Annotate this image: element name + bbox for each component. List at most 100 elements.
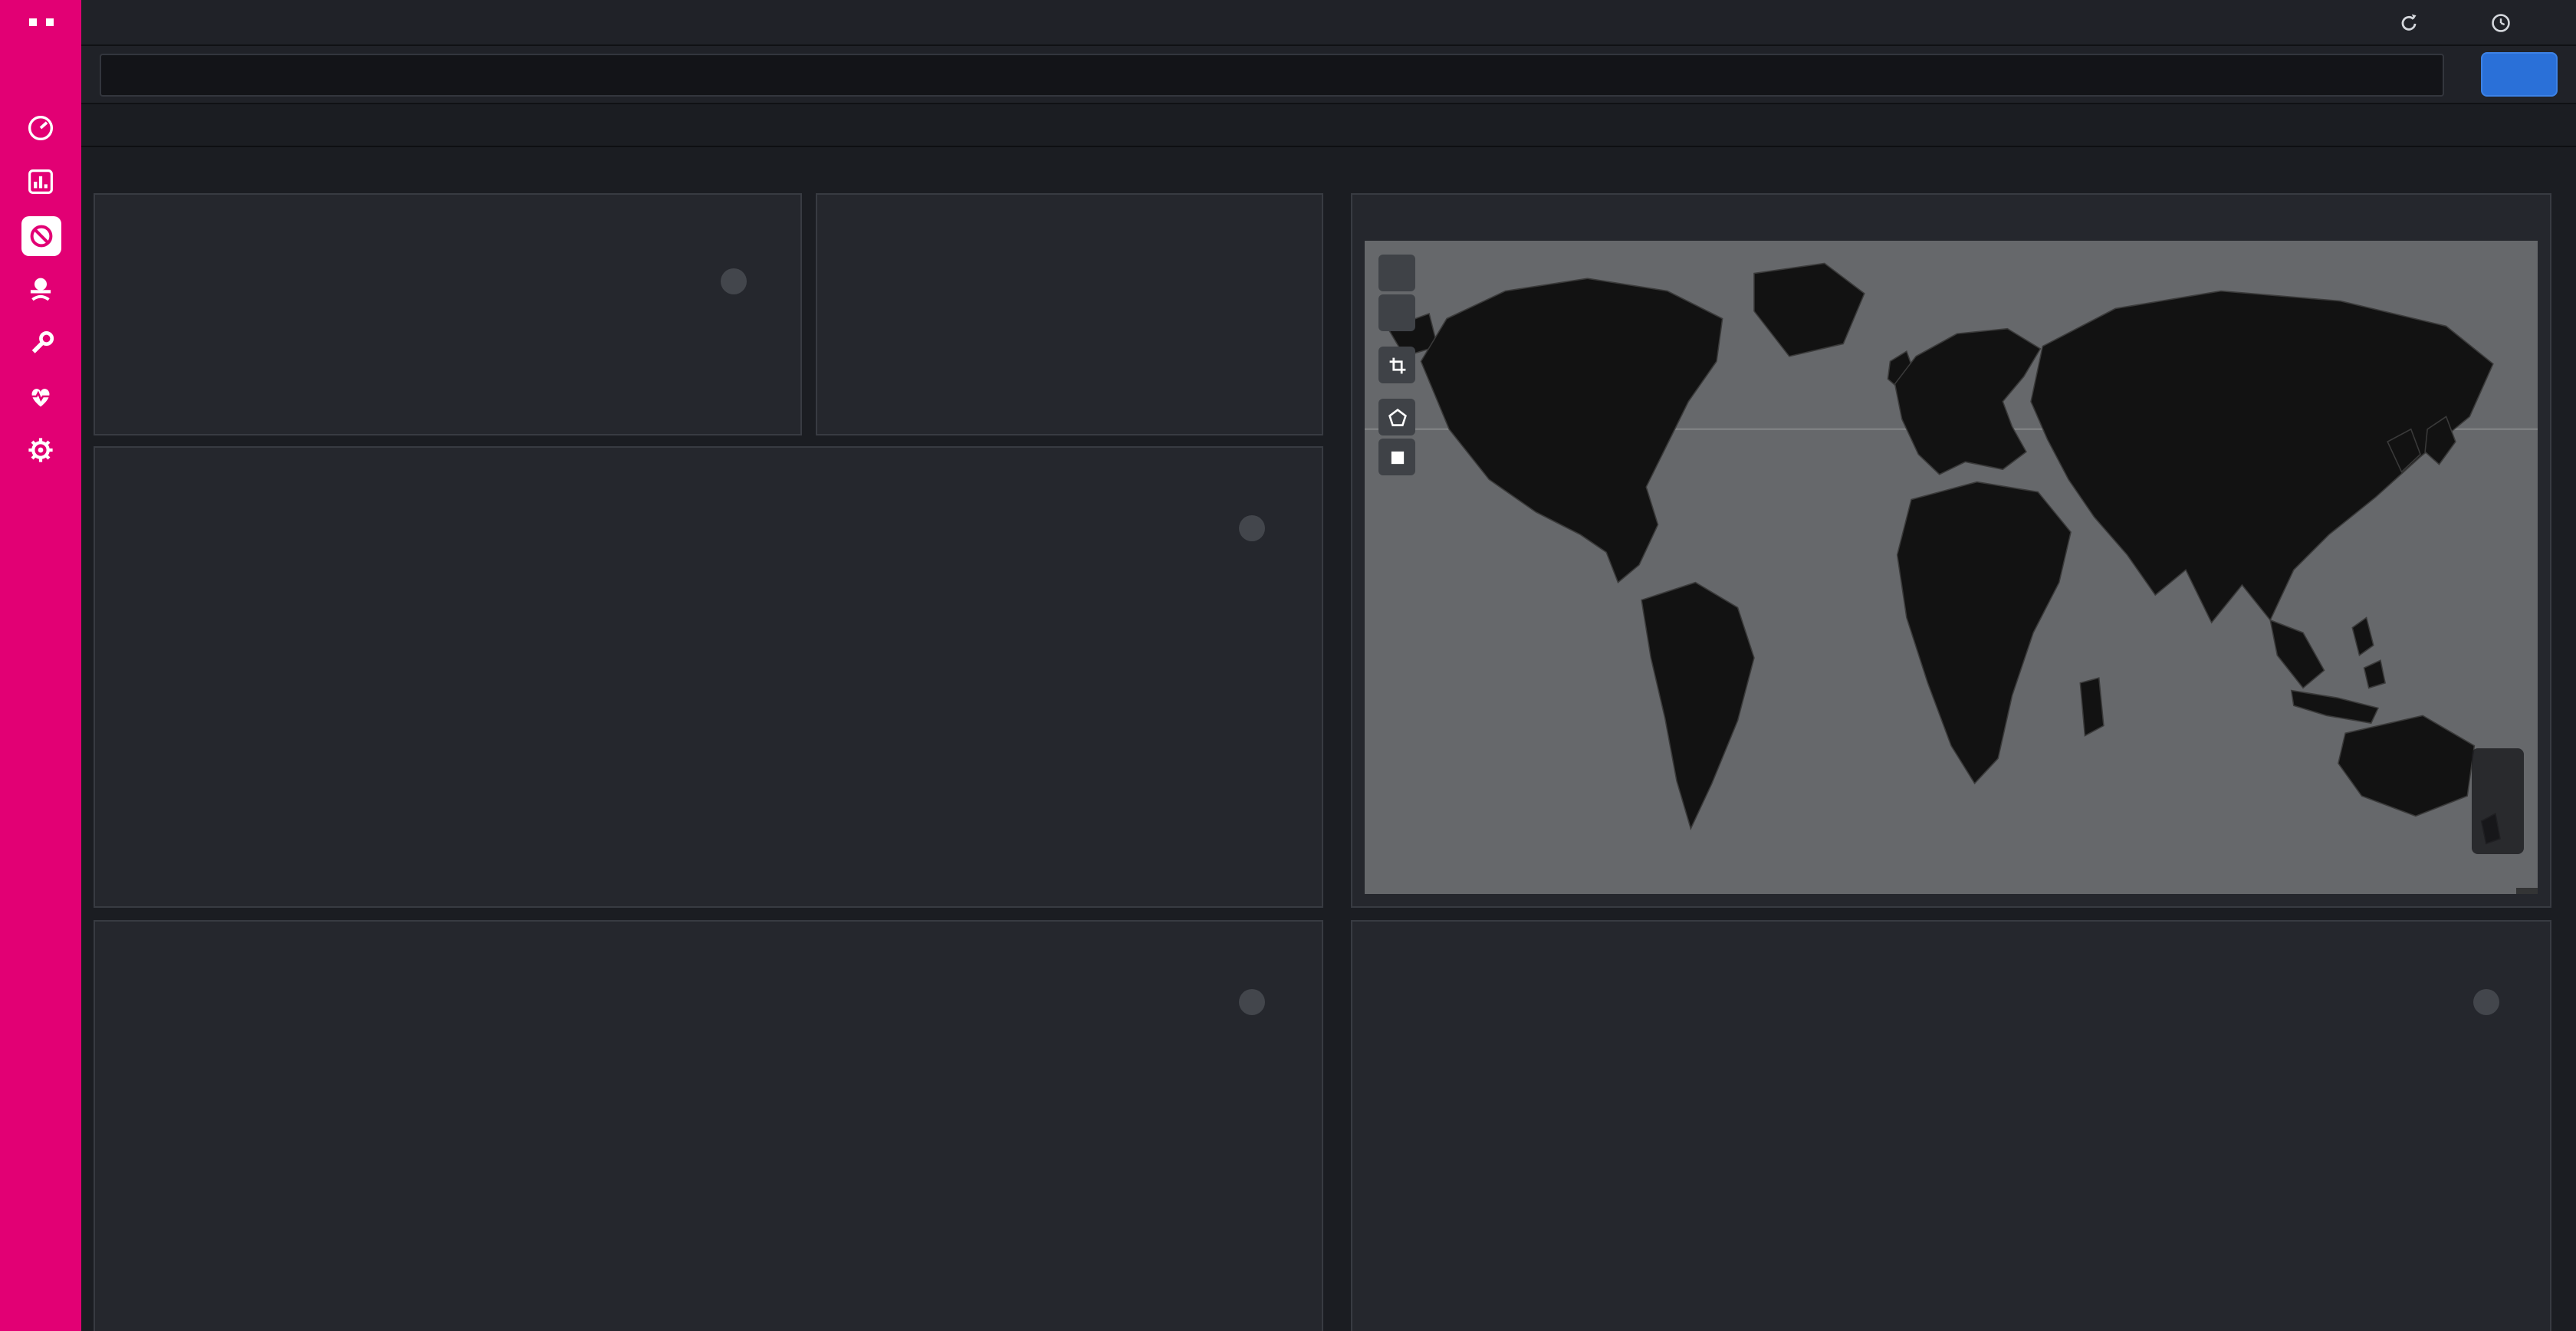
panel-heralding-attacks-metric bbox=[816, 193, 1323, 435]
panel-title bbox=[817, 195, 1322, 210]
spy-icon bbox=[26, 274, 55, 304]
map-legend-row bbox=[2486, 831, 2507, 843]
legend-dot bbox=[2486, 764, 2498, 776]
crop-icon bbox=[1387, 355, 1407, 375]
legend-item[interactable] bbox=[759, 290, 782, 304]
legend-item[interactable] bbox=[759, 268, 782, 282]
legend-dot bbox=[2486, 831, 2498, 843]
sidebar-item-visualize[interactable] bbox=[0, 155, 81, 209]
filter-bar bbox=[81, 104, 2576, 147]
legend-item[interactable] bbox=[2512, 1075, 2535, 1089]
panel-attacks-by-country-histogram bbox=[1351, 920, 2551, 1331]
legend-toggle-icon[interactable] bbox=[1239, 989, 1265, 1015]
legend-dot bbox=[2512, 1032, 2525, 1046]
legend-item[interactable] bbox=[1277, 1032, 1300, 1046]
time-range-button[interactable] bbox=[2490, 12, 2521, 33]
legend-dot bbox=[759, 268, 773, 282]
rectangle-icon bbox=[1387, 447, 1407, 467]
panel-title bbox=[1352, 922, 2550, 937]
legend-dot bbox=[2512, 1011, 2525, 1024]
attacks-histogram-legend bbox=[1239, 515, 1300, 550]
legend-dot bbox=[1277, 989, 1291, 1003]
logo-dot-left bbox=[28, 18, 36, 26]
sidebar-item-health[interactable] bbox=[0, 370, 81, 423]
protocols-legend bbox=[1239, 989, 1300, 1046]
gear-icon bbox=[26, 435, 55, 465]
panel-heralding-protocols-histogram bbox=[94, 920, 1323, 1331]
sidebar-item-heralding[interactable] bbox=[0, 209, 81, 262]
zoom-in-button[interactable] bbox=[1378, 255, 1415, 291]
legend-dot bbox=[1277, 515, 1291, 529]
clock-icon bbox=[2490, 12, 2512, 33]
panel-title bbox=[95, 195, 800, 210]
bar-chart-icon bbox=[26, 167, 55, 196]
legend-dot bbox=[2512, 1075, 2525, 1089]
sidebar-item-settings[interactable] bbox=[0, 423, 81, 477]
panel-title bbox=[95, 448, 1322, 463]
rectangle-filter-button[interactable] bbox=[1378, 439, 1415, 475]
map-canvas[interactable] bbox=[1365, 241, 2538, 894]
refresh-cycle-icon bbox=[2398, 12, 2420, 33]
panel-heralding-attacks-histogram bbox=[94, 446, 1323, 908]
sidebar-nav bbox=[0, 101, 81, 477]
telekom-logo[interactable] bbox=[0, 0, 81, 80]
heart-pulse-icon bbox=[26, 382, 55, 411]
active-chip bbox=[21, 215, 61, 255]
panel-heralding-attack-map bbox=[1351, 193, 2551, 908]
sidebar bbox=[0, 0, 81, 1331]
sidebar-item-spy[interactable] bbox=[0, 262, 81, 316]
auto-refresh-button[interactable] bbox=[2398, 12, 2429, 33]
legend-toggle-icon[interactable] bbox=[2473, 989, 2499, 1015]
legend-item[interactable] bbox=[2512, 1011, 2535, 1024]
map-count-legend bbox=[2472, 748, 2524, 854]
panel-heralding-attacks-bar bbox=[94, 193, 802, 435]
search-input[interactable] bbox=[130, 61, 2427, 87]
legend-toggle-icon[interactable] bbox=[1239, 515, 1265, 541]
legend-dot bbox=[2512, 1053, 2525, 1067]
map-legend-row bbox=[2486, 797, 2507, 810]
panel-title bbox=[95, 922, 1322, 937]
legend-item[interactable] bbox=[2512, 989, 2535, 1003]
legend-dot bbox=[1277, 1032, 1291, 1046]
map-legend-row bbox=[2486, 814, 2507, 827]
top-navbar bbox=[81, 0, 2576, 46]
legend-item[interactable] bbox=[1277, 989, 1300, 1003]
map-controls bbox=[1378, 255, 1415, 475]
map-legend-row bbox=[2486, 781, 2507, 793]
legend-item[interactable] bbox=[2512, 1053, 2535, 1067]
main-area bbox=[81, 0, 2576, 1331]
map-legend-row bbox=[2486, 764, 2507, 776]
legend-item[interactable] bbox=[1277, 537, 1300, 550]
country-legend bbox=[2473, 989, 2535, 1089]
legend-dot bbox=[1277, 1011, 1291, 1024]
zoom-out-button[interactable] bbox=[1378, 294, 1415, 331]
wrench-icon bbox=[26, 328, 55, 357]
navbar-actions bbox=[2288, 12, 2555, 33]
attacks-bar-legend bbox=[721, 268, 782, 304]
search-box[interactable] bbox=[100, 53, 2444, 96]
legend-item[interactable] bbox=[1277, 1011, 1300, 1024]
legend-dot bbox=[1277, 537, 1291, 550]
add-filter-link[interactable] bbox=[100, 113, 106, 136]
search-bar-row bbox=[81, 46, 2576, 104]
ban-circle-icon bbox=[27, 222, 54, 249]
refresh-button[interactable] bbox=[2481, 52, 2558, 97]
metric-group bbox=[817, 250, 1322, 251]
legend-toggle-icon[interactable] bbox=[721, 268, 747, 294]
kibana-dashboard bbox=[0, 0, 2576, 1331]
map-attribution[interactable] bbox=[2516, 888, 2538, 894]
sidebar-item-dashboard[interactable] bbox=[0, 101, 81, 155]
legend-item[interactable] bbox=[1277, 515, 1300, 529]
sidebar-item-tools[interactable] bbox=[0, 316, 81, 370]
legend-dot bbox=[759, 290, 773, 304]
polygon-filter-button[interactable] bbox=[1378, 399, 1415, 435]
logo-dot-right bbox=[45, 18, 53, 26]
legend-item[interactable] bbox=[2512, 1032, 2535, 1046]
polygon-icon bbox=[1387, 407, 1407, 427]
speedometer-icon bbox=[26, 113, 55, 143]
legend-dot bbox=[2486, 781, 2498, 793]
fit-bounds-button[interactable] bbox=[1378, 347, 1415, 383]
legend-dot bbox=[2486, 814, 2498, 827]
legend-dot bbox=[2512, 989, 2525, 1003]
panel-title bbox=[1352, 195, 2550, 210]
